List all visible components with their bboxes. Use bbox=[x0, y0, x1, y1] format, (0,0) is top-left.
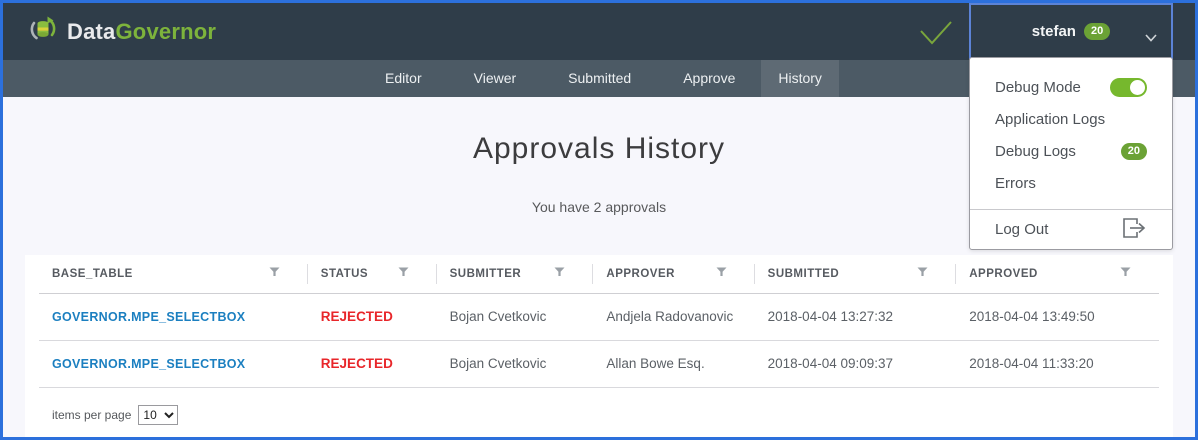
menu-item-label: Application Logs bbox=[995, 111, 1105, 128]
menu-item-errors[interactable]: Errors bbox=[970, 167, 1172, 199]
column-label: SUBMITTER bbox=[450, 268, 522, 280]
debug-logs-badge: 20 bbox=[1121, 143, 1147, 160]
submitter-value: Bojan Cvetkovic bbox=[437, 340, 594, 387]
menu-item-label: Errors bbox=[995, 175, 1036, 192]
status-value: REJECTED bbox=[308, 340, 437, 387]
toggle-knob bbox=[1130, 80, 1145, 95]
submitted-value: 2018-04-04 09:09:37 bbox=[755, 340, 957, 387]
column-label: STATUS bbox=[321, 268, 368, 280]
items-per-page-label: items per page bbox=[52, 408, 131, 422]
filter-icon[interactable] bbox=[1120, 267, 1131, 280]
tab-editor[interactable]: Editor bbox=[368, 60, 439, 97]
approvals-table: BASE_TABLE STATUS SUBMITTER APPROVER SUB… bbox=[39, 255, 1159, 388]
column-header-base-table: BASE_TABLE bbox=[39, 255, 308, 293]
items-per-page-select[interactable]: 10 bbox=[138, 405, 178, 425]
menu-item-label: Debug Logs bbox=[995, 143, 1076, 160]
filter-icon[interactable] bbox=[716, 267, 727, 280]
submitted-value: 2018-04-04 13:27:32 bbox=[755, 293, 957, 340]
column-header-status: STATUS bbox=[308, 255, 437, 293]
filter-icon[interactable] bbox=[398, 267, 409, 280]
approver-value: Andjela Radovanovic bbox=[593, 293, 754, 340]
approved-value: 2018-04-04 13:49:50 bbox=[956, 293, 1159, 340]
filter-icon[interactable] bbox=[554, 267, 565, 280]
tab-submitted[interactable]: Submitted bbox=[551, 60, 648, 97]
table-row: GOVERNOR.MPE_SELECTBOX REJECTED Bojan Cv… bbox=[39, 340, 1159, 387]
pagination-bar: items per page 10 bbox=[39, 388, 1159, 425]
column-header-submitted: SUBMITTED bbox=[755, 255, 957, 293]
approver-value: Allan Bowe Esq. bbox=[593, 340, 754, 387]
menu-item-debug-logs[interactable]: Debug Logs 20 bbox=[970, 135, 1172, 167]
table-row: GOVERNOR.MPE_SELECTBOX REJECTED Bojan Cv… bbox=[39, 293, 1159, 340]
database-sync-icon bbox=[28, 14, 58, 49]
column-header-approved: APPROVED bbox=[956, 255, 1159, 293]
base-table-link[interactable]: GOVERNOR.MPE_SELECTBOX bbox=[39, 293, 308, 340]
column-header-approver: APPROVER bbox=[593, 255, 754, 293]
menu-item-label: Log Out bbox=[995, 221, 1048, 238]
debug-mode-toggle[interactable] bbox=[1110, 78, 1147, 97]
approved-value: 2018-04-04 11:33:20 bbox=[956, 340, 1159, 387]
filter-icon[interactable] bbox=[269, 267, 280, 280]
tab-approve[interactable]: Approve bbox=[666, 60, 752, 97]
menu-item-debug-mode[interactable]: Debug Mode bbox=[970, 71, 1172, 103]
column-label: SUBMITTED bbox=[768, 268, 840, 280]
tab-history[interactable]: History bbox=[761, 60, 839, 97]
menu-item-log-out[interactable]: Log Out bbox=[970, 210, 1172, 249]
column-label: BASE_TABLE bbox=[52, 268, 133, 280]
brand-name: DataGovernor bbox=[67, 19, 216, 45]
brand-name-part1: Data bbox=[67, 19, 116, 44]
user-menu-button[interactable]: stefan 20 bbox=[969, 3, 1173, 59]
logout-icon bbox=[1121, 216, 1147, 244]
column-label: APPROVED bbox=[969, 268, 1038, 280]
base-table-link[interactable]: GOVERNOR.MPE_SELECTBOX bbox=[39, 340, 308, 387]
brand-logo: DataGovernor bbox=[28, 14, 216, 49]
approvals-table-card: BASE_TABLE STATUS SUBMITTER APPROVER SUB… bbox=[25, 255, 1173, 437]
column-header-submitter: SUBMITTER bbox=[437, 255, 594, 293]
filter-icon[interactable] bbox=[917, 267, 928, 280]
brand-name-part2: Governor bbox=[116, 19, 217, 44]
table-header-row: BASE_TABLE STATUS SUBMITTER APPROVER SUB… bbox=[39, 255, 1159, 293]
column-label: APPROVER bbox=[606, 268, 675, 280]
check-icon bbox=[918, 19, 954, 52]
user-badge: 20 bbox=[1084, 23, 1110, 40]
user-dropdown-menu: Debug Mode Application Logs Debug Logs 2… bbox=[969, 57, 1173, 250]
menu-item-application-logs[interactable]: Application Logs bbox=[970, 103, 1172, 135]
submitter-value: Bojan Cvetkovic bbox=[437, 293, 594, 340]
tab-viewer[interactable]: Viewer bbox=[457, 60, 534, 97]
status-value: REJECTED bbox=[308, 293, 437, 340]
chevron-down-icon bbox=[1145, 29, 1157, 47]
user-name: stefan bbox=[1032, 23, 1076, 40]
menu-item-label: Debug Mode bbox=[995, 79, 1081, 96]
